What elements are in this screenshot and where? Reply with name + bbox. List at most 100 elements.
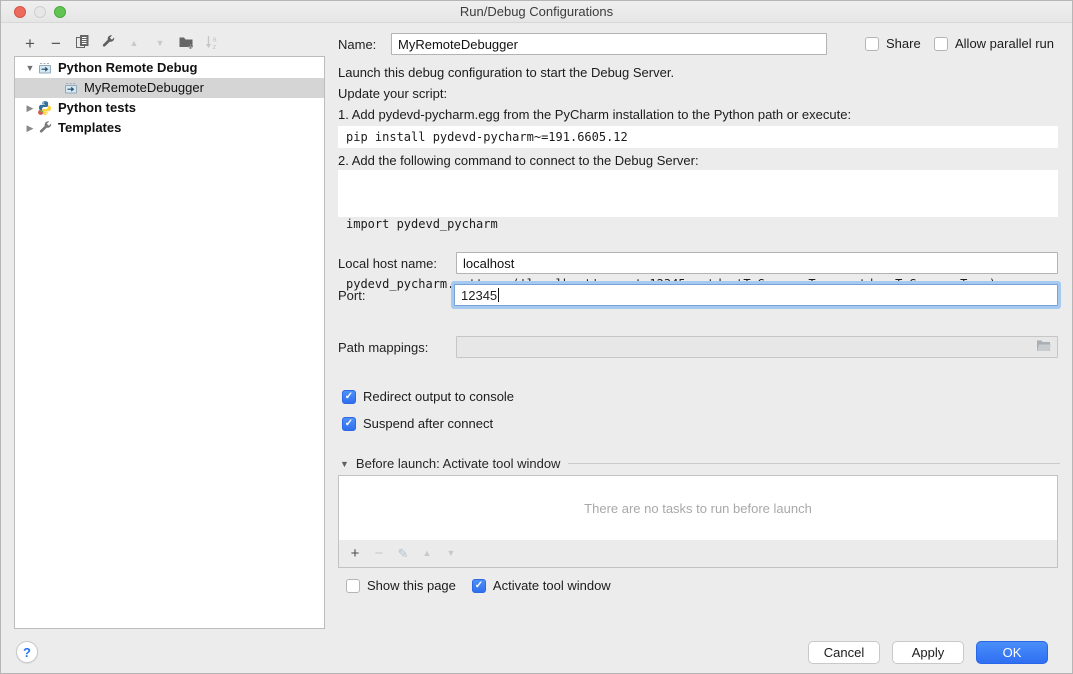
window-title: Run/Debug Configurations [1,4,1072,19]
pip-install-code: pip install pydevd-pycharm~=191.6605.12 [338,126,1058,148]
tree-item-label: Templates [58,118,121,138]
copy-configuration-button[interactable] [69,31,95,55]
wrench-icon [100,34,116,53]
local-host-name-input[interactable] [456,252,1058,274]
edit-templates-button[interactable] [95,31,121,55]
tree-item-templates[interactable]: ▶ Templates [15,118,324,138]
new-folder-button[interactable] [173,31,199,55]
tree-item-label: MyRemoteDebugger [84,78,204,98]
ok-button[interactable]: OK [976,641,1048,664]
step2-text: 2. Add the following command to connect … [338,153,699,168]
duplicate-icon [75,34,90,52]
add-task-button[interactable]: + [343,543,367,565]
checkbox-checked-icon[interactable]: ✓ [472,579,486,593]
local-host-name-label: Local host name: [338,256,437,271]
configurations-toolbar: + − ▲ ▼ az [17,31,225,55]
port-label: Port: [338,288,365,303]
settrace-code: import pydevd_pycharm pydevd_pycharm.set… [338,170,1058,217]
check-icon: ✓ [345,392,353,402]
folder-plus-icon [178,34,194,53]
activate-tool-window-checkbox[interactable]: ✓ Activate tool window [472,578,611,593]
titlebar[interactable]: Run/Debug Configurations [1,1,1072,23]
configurations-tree[interactable]: ▼ Python Remote Debug MyRemoteDebugger ▶… [14,56,325,629]
run-config-icon [37,60,53,76]
move-task-up-button[interactable]: ▲ [415,543,439,565]
move-task-down-button[interactable]: ▼ [439,543,463,565]
update-script-text: Update your script: [338,86,447,101]
remove-task-button[interactable]: − [367,543,391,565]
sort-az-icon: az [204,34,220,53]
help-button[interactable]: ? [16,641,38,663]
share-checkbox-label: Share [886,36,921,51]
intro-text: Launch this debug configuration to start… [338,65,674,80]
svg-text:z: z [213,42,217,50]
arrow-down-icon: ▼ [156,39,165,48]
section-divider [568,463,1060,464]
edit-task-button[interactable]: ✎ [391,543,415,565]
python-tests-icon [37,100,53,116]
checkbox-checked-icon[interactable]: ✓ [342,390,356,404]
name-label: Name: [338,37,376,52]
tree-item-myremotedebugger[interactable]: MyRemoteDebugger [15,78,324,98]
pencil-icon: ✎ [398,545,409,562]
chevron-down-icon[interactable]: ▼ [340,459,349,469]
show-this-page-checkbox[interactable]: Show this page [346,578,456,593]
allow-parallel-run-checkbox[interactable]: Allow parallel run [934,36,1054,51]
move-down-button[interactable]: ▼ [147,31,173,55]
minus-icon: − [375,545,384,562]
tree-item-label: Python tests [58,98,136,118]
run-debug-configurations-dialog: Run/Debug Configurations + − ▲ ▼ [0,0,1073,674]
step1-text: 1. Add pydevd-pycharm.egg from the PyCha… [338,107,851,122]
path-mappings-label: Path mappings: [338,340,428,355]
settrace-code-line1: import pydevd_pycharm [346,214,1050,234]
sort-configurations-button[interactable]: az [199,31,225,55]
plus-icon: + [351,545,360,562]
arrow-down-icon: ▼ [447,549,456,558]
question-mark-icon: ? [23,645,31,660]
share-checkbox[interactable]: Share [865,36,921,51]
task-list-toolbar: + − ✎ ▲ ▼ [338,540,1058,568]
arrow-up-icon: ▲ [423,549,432,558]
apply-button[interactable]: Apply [892,641,964,664]
allow-parallel-run-label: Allow parallel run [955,36,1054,51]
checkbox-unchecked-icon[interactable] [865,37,879,51]
minus-icon: − [51,35,61,52]
path-mappings-input [456,336,1058,358]
redirect-output-checkbox[interactable]: ✓ Redirect output to console [342,389,514,404]
check-icon: ✓ [475,581,483,591]
arrow-up-icon: ▲ [130,39,139,48]
empty-task-list-text: There are no tasks to run before launch [584,501,812,516]
before-launch-section-header[interactable]: ▼ Before launch: Activate tool window [340,456,1060,471]
move-up-button[interactable]: ▲ [121,31,147,55]
chevron-down-icon[interactable]: ▼ [23,58,37,78]
checkbox-unchecked-icon[interactable] [934,37,948,51]
tree-item-python-remote-debug[interactable]: ▼ Python Remote Debug [15,58,324,78]
name-input[interactable] [391,33,827,55]
port-input[interactable]: 12345 [454,284,1058,306]
chevron-right-icon[interactable]: ▶ [23,118,37,138]
before-launch-task-list[interactable]: There are no tasks to run before launch [338,475,1058,541]
check-icon: ✓ [345,419,353,429]
browse-folder-icon[interactable] [1036,339,1052,356]
add-configuration-button[interactable]: + [17,31,43,55]
checkbox-checked-icon[interactable]: ✓ [342,417,356,431]
port-value: 12345 [461,288,497,303]
checkbox-unchecked-icon[interactable] [346,579,360,593]
cancel-button[interactable]: Cancel [808,641,880,664]
wrench-icon [37,120,53,136]
chevron-right-icon[interactable]: ▶ [23,98,37,118]
tree-item-label: Python Remote Debug [58,58,197,78]
dialog-buttons: Cancel Apply OK [808,641,1048,664]
activate-tool-window-label: Activate tool window [493,578,611,593]
plus-icon: + [25,35,35,52]
remove-configuration-button[interactable]: − [43,31,69,55]
suspend-after-connect-checkbox[interactable]: ✓ Suspend after connect [342,416,493,431]
show-this-page-label: Show this page [367,578,456,593]
suspend-after-connect-label: Suspend after connect [363,416,493,431]
before-launch-title: Before launch: Activate tool window [356,456,561,471]
page-options-row: Show this page ✓ Activate tool window [346,578,611,593]
run-config-icon [63,80,79,96]
redirect-output-label: Redirect output to console [363,389,514,404]
text-caret [498,288,499,302]
tree-item-python-tests[interactable]: ▶ Python tests [15,98,324,118]
